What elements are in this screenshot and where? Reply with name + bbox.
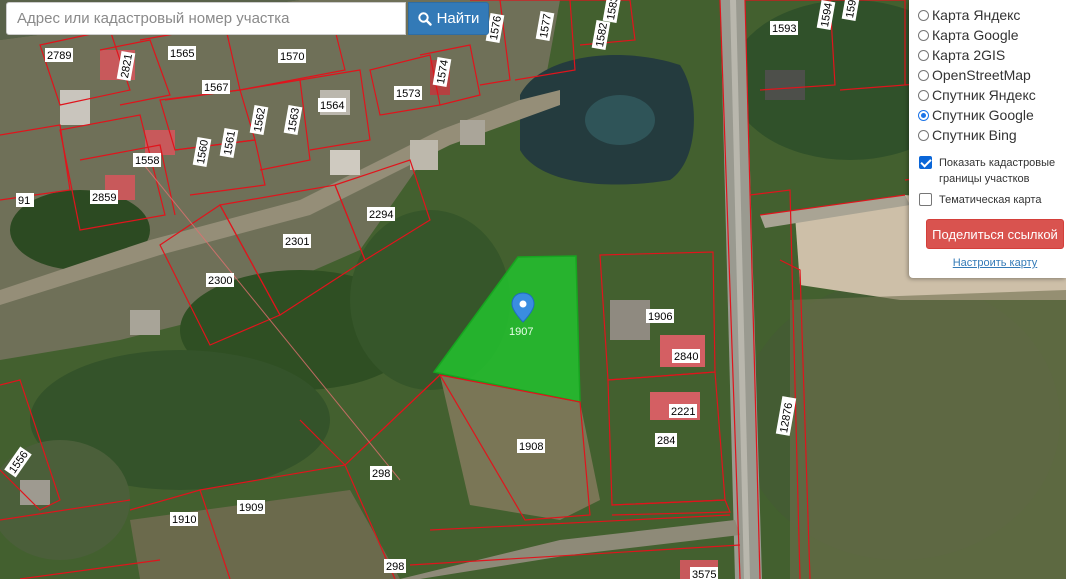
layer-option-yandex-satellite[interactable]: Спутник Яндекс: [918, 85, 1036, 105]
find-button-label: Найти: [436, 10, 480, 27]
svg-text:284: 284: [657, 435, 675, 447]
cadastral-boundaries-option[interactable]: Показать кадастровые границы участков: [919, 155, 1065, 187]
svg-text:2789: 2789: [47, 50, 71, 62]
svg-text:2294: 2294: [369, 209, 393, 221]
svg-text:2301: 2301: [285, 236, 309, 248]
svg-text:1573: 1573: [396, 88, 420, 100]
plot-label: 2221: [669, 404, 697, 418]
search-input[interactable]: [6, 2, 406, 35]
layer-option-openstreetmap[interactable]: OpenStreetMap: [918, 65, 1031, 85]
svg-text:1565: 1565: [170, 48, 194, 60]
configure-map-link[interactable]: Настроить карту: [909, 257, 1066, 269]
plot-label: 1908: [517, 439, 545, 453]
svg-text:1564: 1564: [320, 100, 344, 112]
svg-text:298: 298: [372, 468, 390, 480]
plot-label: 2300: [206, 273, 234, 287]
find-button[interactable]: Найти: [408, 2, 489, 35]
svg-text:2840: 2840: [674, 351, 698, 363]
selected-parcel-label: 1907: [509, 326, 533, 338]
plot-label: 1558: [133, 153, 161, 167]
plot-label: 2840: [672, 349, 700, 363]
radio-button[interactable]: [918, 9, 929, 21]
radio-button[interactable]: [918, 129, 929, 141]
svg-text:1558: 1558: [135, 155, 159, 167]
radio-button-selected[interactable]: [918, 109, 929, 121]
svg-text:1906: 1906: [648, 311, 672, 323]
map-layer-panel: Карта Яндекс Карта Google Карта 2GIS Ope…: [909, 0, 1066, 278]
plot-label: 1906: [646, 309, 674, 323]
svg-text:1593: 1593: [772, 23, 796, 35]
svg-text:2300: 2300: [208, 275, 232, 287]
radio-button[interactable]: [918, 29, 929, 41]
plot-label: 3575: [690, 567, 718, 579]
plot-label: 2294: [367, 207, 395, 221]
plot-label: 2859: [90, 190, 118, 204]
plot-label: 284: [655, 433, 677, 447]
svg-text:2859: 2859: [92, 192, 116, 204]
svg-text:1570: 1570: [280, 51, 304, 63]
radio-button[interactable]: [918, 69, 929, 81]
plot-label: 298: [370, 466, 392, 480]
plot-label: 1564: [318, 98, 346, 112]
svg-text:91: 91: [18, 195, 30, 207]
plot-label: 1570: [278, 49, 306, 63]
svg-text:2221: 2221: [671, 406, 695, 418]
svg-text:1910: 1910: [172, 514, 196, 526]
checkbox-checked[interactable]: [919, 156, 932, 169]
radio-button[interactable]: [918, 49, 929, 61]
plot-label: 1567: [202, 80, 230, 94]
svg-text:3575: 3575: [692, 569, 716, 579]
plot-label: 1573: [394, 86, 422, 100]
checkbox[interactable]: [919, 193, 932, 206]
svg-text:298: 298: [386, 561, 404, 573]
svg-text:1909: 1909: [239, 502, 263, 514]
plot-label: 91: [16, 193, 34, 207]
plot-label: 2301: [283, 234, 311, 248]
svg-text:1567: 1567: [204, 82, 228, 94]
layer-option-google-map[interactable]: Карта Google: [918, 25, 1019, 45]
plot-label: 1593: [770, 21, 798, 35]
thematic-map-option[interactable]: Тематическая карта: [919, 192, 1041, 208]
plot-label: 298: [384, 559, 406, 573]
plot-label: 1909: [237, 500, 265, 514]
search-icon: [417, 11, 432, 26]
layer-option-bing-satellite[interactable]: Спутник Bing: [918, 125, 1017, 145]
layer-option-yandex-map[interactable]: Карта Яндекс: [918, 5, 1020, 25]
radio-button[interactable]: [918, 89, 929, 101]
share-link-button[interactable]: Поделиться ссылкой: [926, 219, 1064, 249]
plot-label: 1565: [168, 46, 196, 60]
layer-option-google-satellite[interactable]: Спутник Google: [918, 105, 1034, 125]
svg-text:1908: 1908: [519, 441, 543, 453]
plot-label: 1910: [170, 512, 198, 526]
satellite-map[interactable]: 2789 2821 1565 1570 1567 1574 1573 1576 …: [0, 0, 1066, 579]
layer-option-2gis-map[interactable]: Карта 2GIS: [918, 45, 1005, 65]
plot-label: 2789: [45, 48, 73, 62]
